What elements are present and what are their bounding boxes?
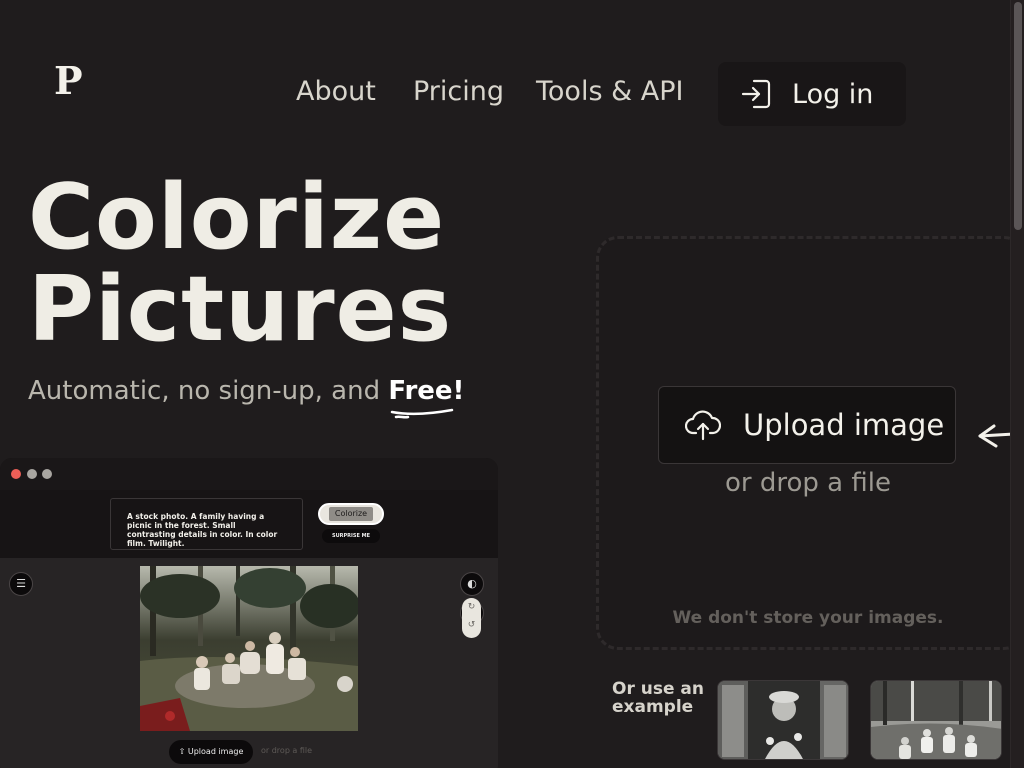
hero-subtitle-free: Free!	[388, 376, 465, 419]
hero-title: Colorize Pictures	[28, 172, 452, 356]
preview-picnic-photo	[140, 566, 358, 731]
upload-image-button[interactable]: Upload image	[658, 386, 956, 464]
page-scrollbar[interactable]	[1010, 0, 1024, 768]
top-nav: About Pricing Tools & API Log in	[0, 62, 1010, 126]
maximize-dot-icon	[42, 469, 52, 479]
upload-image-label: Upload image	[743, 408, 945, 442]
free-text: Free!	[388, 376, 465, 406]
preview-prompt-bar: A stock photo. A family having a picnic …	[0, 490, 498, 558]
hero-subtitle: Automatic, no sign-up, and Free!	[28, 376, 465, 419]
nav-tools-api-link[interactable]: Tools & API	[536, 76, 683, 107]
preview-menu-icon: ☰	[9, 572, 33, 596]
underline-squiggle-icon	[391, 408, 454, 419]
cloud-upload-icon	[685, 410, 721, 441]
nav-pricing-link[interactable]: Pricing	[413, 76, 504, 107]
drop-file-text: or drop a file	[725, 468, 891, 498]
preview-prompt-text: A stock photo. A family having a picnic …	[110, 498, 303, 550]
privacy-note: We don't store your images.	[672, 608, 944, 628]
preview-colorize-label: Colorize	[328, 507, 374, 521]
hero-title-line2: Pictures	[28, 257, 453, 362]
preview-undo-redo-icon: ↻ ↺	[462, 598, 481, 638]
preview-titlebar	[0, 458, 498, 490]
preview-colorize-button: Colorize	[318, 503, 384, 525]
preview-surprise-button: SURPRISE ME	[322, 529, 380, 543]
login-icon	[741, 79, 771, 109]
preview-upload-button: ⇧ Upload image	[169, 740, 253, 764]
minimize-dot-icon	[27, 469, 37, 479]
nav-about-link[interactable]: About	[296, 76, 376, 107]
close-dot-icon	[11, 469, 21, 479]
preview-drop-text: or drop a file	[261, 746, 313, 755]
scrollbar-thumb[interactable]	[1014, 2, 1022, 230]
preview-palette-icon: ◐	[460, 572, 484, 596]
example-thumbnail-portrait[interactable]	[717, 680, 849, 760]
login-label: Log in	[792, 78, 874, 110]
login-button[interactable]: Log in	[718, 62, 906, 126]
app-preview-window: A stock photo. A family having a picnic …	[0, 458, 498, 768]
preview-upload-label: Upload image	[187, 747, 244, 756]
hero-subtitle-prefix: Automatic, no sign-up, and	[28, 376, 389, 406]
example-thumbnail-picnic[interactable]	[870, 680, 1002, 760]
examples-label: Or use an example	[612, 679, 704, 717]
hero-title-line1: Colorize	[28, 165, 446, 270]
